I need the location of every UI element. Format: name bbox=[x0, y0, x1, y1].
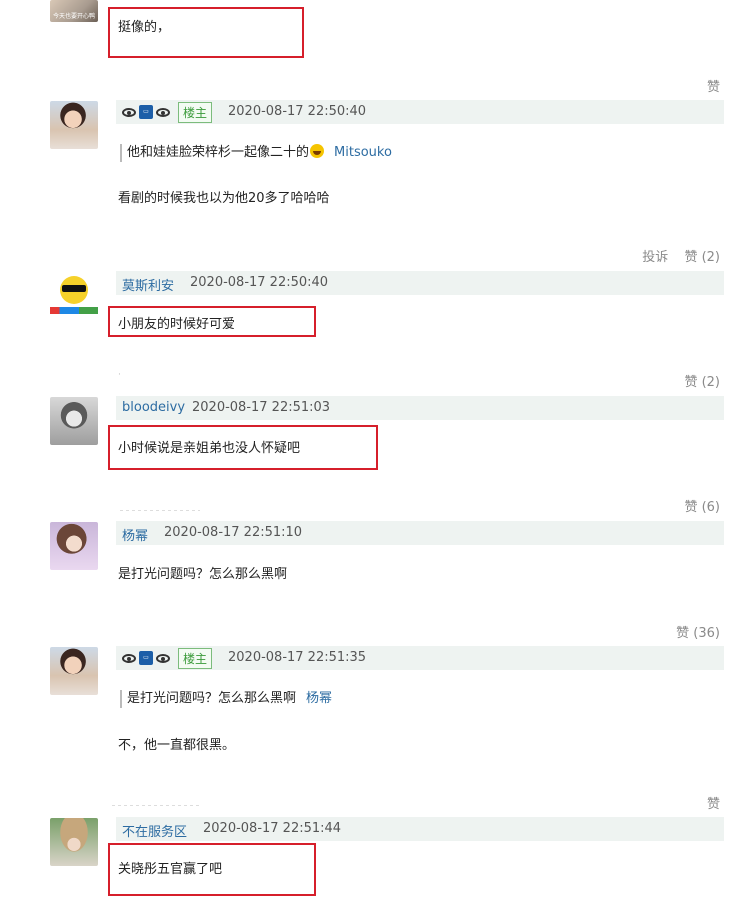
comment-actions: 赞 (2) bbox=[672, 371, 720, 390]
avatar[interactable] bbox=[50, 272, 98, 320]
comment-time: 2020-08-17 22:51:35 bbox=[228, 650, 367, 665]
like-button[interactable]: 赞 (36) bbox=[676, 626, 720, 641]
comment-header: 不在服务区 2020-08-17 22:51:44 bbox=[116, 817, 724, 841]
comment-actions: 赞 bbox=[695, 76, 720, 95]
like-button[interactable]: 赞 bbox=[707, 80, 720, 95]
laughing-emoji-icon bbox=[310, 144, 325, 158]
comment-actions: 投诉 赞 (2) bbox=[630, 246, 720, 265]
eye-icon bbox=[122, 653, 136, 663]
avatar[interactable] bbox=[50, 101, 98, 149]
avatar[interactable] bbox=[50, 818, 98, 866]
comment-text: 是打光问题吗？怎么那么黑啊 bbox=[118, 567, 288, 582]
comment-time: 2020-08-17 22:50:40 bbox=[190, 275, 329, 290]
owner-badge: 楼主 bbox=[178, 102, 213, 123]
like-button[interactable]: 赞 (2) bbox=[684, 250, 720, 265]
comment-actions: 赞 (6) bbox=[672, 496, 720, 515]
highlight-box bbox=[108, 306, 316, 337]
avatar[interactable] bbox=[50, 647, 98, 695]
comment-header: 杨幂 2020-08-17 22:51:10 bbox=[116, 521, 724, 545]
highlight-box bbox=[108, 425, 378, 470]
avatar-caption: 今天也要开心鸭 bbox=[53, 13, 96, 20]
username-link[interactable]: 杨幂 bbox=[122, 525, 148, 544]
quote-text: 他和娃娃脸荣梓杉一起像二十的 bbox=[127, 145, 310, 160]
id-card-icon: ▭ bbox=[139, 651, 153, 665]
quote-author-link[interactable]: Mitsouko bbox=[334, 145, 392, 160]
username-link[interactable]: 不在服务区 bbox=[122, 821, 187, 840]
quote-author-link[interactable]: 杨幂 bbox=[306, 691, 332, 706]
id-card-icon: ▭ bbox=[139, 105, 153, 119]
eye-icon bbox=[156, 653, 170, 663]
comment-time: 2020-08-17 22:51:03 bbox=[192, 400, 331, 415]
owner-icons: ▭ bbox=[122, 104, 170, 120]
username-link[interactable]: 莫斯利安 bbox=[122, 275, 174, 294]
avatar[interactable]: 今天也要开心鸭 bbox=[50, 0, 98, 22]
comment-time: 2020-08-17 22:50:40 bbox=[228, 104, 367, 119]
highlight-box bbox=[108, 7, 304, 58]
comment-header: 莫斯利安 2020-08-17 22:50:40 bbox=[116, 271, 724, 295]
like-button[interactable]: 赞 (6) bbox=[684, 500, 720, 515]
quoted-reply: 他和娃娃脸荣梓杉一起像二十的 Mitsouko bbox=[120, 144, 392, 162]
comment-actions: 赞 (36) bbox=[664, 622, 720, 641]
avatar[interactable] bbox=[50, 522, 98, 570]
comment-time: 2020-08-17 22:51:10 bbox=[164, 525, 303, 540]
quoted-reply: 是打光问题吗？怎么那么黑啊 杨幂 bbox=[120, 690, 332, 708]
comment-header: ▭ 楼主 2020-08-17 22:50:40 bbox=[116, 100, 724, 124]
comment-text: 不，他一直都很黑。 bbox=[118, 738, 236, 753]
comment-header: ▭ 楼主 2020-08-17 22:51:35 bbox=[116, 646, 724, 670]
owner-icons: ▭ bbox=[122, 650, 170, 666]
eye-icon bbox=[122, 107, 136, 117]
report-button[interactable]: 投诉 bbox=[642, 250, 668, 265]
username-link[interactable]: bloodeivy bbox=[122, 400, 185, 415]
quote-text: 是打光问题吗？怎么那么黑啊 bbox=[127, 691, 297, 706]
comment-actions: 赞 bbox=[695, 793, 720, 812]
avatar[interactable] bbox=[50, 397, 98, 445]
highlight-box bbox=[108, 843, 316, 896]
like-button[interactable]: 赞 (2) bbox=[684, 375, 720, 390]
comment-text: 看剧的时候我也以为他20多了哈哈哈 bbox=[118, 191, 330, 206]
comment-header: bloodeivy 2020-08-17 22:51:03 bbox=[116, 396, 724, 420]
like-button[interactable]: 赞 bbox=[707, 797, 720, 812]
comment-time: 2020-08-17 22:51:44 bbox=[203, 821, 342, 836]
owner-badge: 楼主 bbox=[178, 648, 213, 669]
eye-icon bbox=[156, 107, 170, 117]
